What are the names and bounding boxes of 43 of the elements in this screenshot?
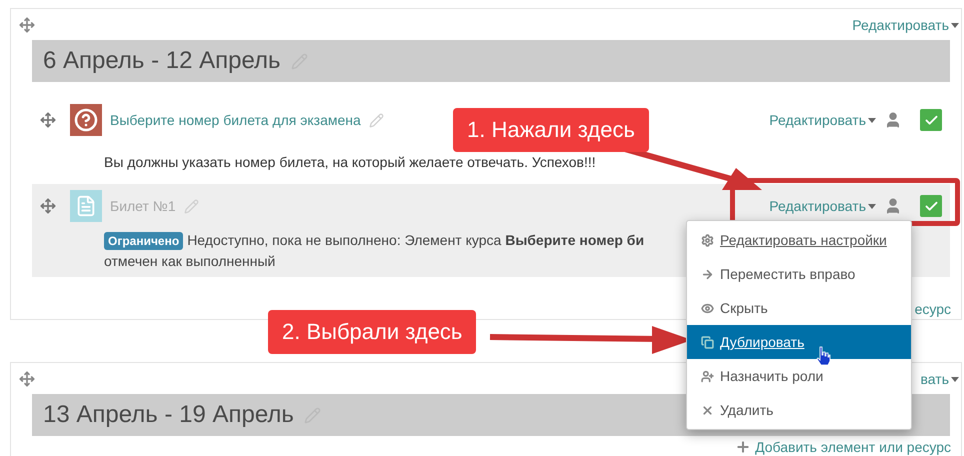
edit-menu-link[interactable]: Редактировать — [852, 17, 959, 33]
menu-item[interactable]: Скрыть — [687, 291, 911, 325]
eye-icon — [701, 302, 714, 314]
arrow-right-icon — [701, 268, 714, 280]
plus-icon — [735, 439, 752, 455]
edit-menu-link[interactable]: Редактировать — [769, 112, 876, 128]
completion-checkbox[interactable] — [920, 195, 942, 217]
activity-link[interactable]: Билет №1 — [110, 198, 176, 214]
hand-cursor-icon — [815, 346, 831, 366]
caret-icon — [868, 204, 876, 208]
edit-menu-link[interactable]: вать — [920, 371, 959, 387]
activity-description: Вы должны указать номер билета, на который желаете отвечать. Успехов!!! — [104, 154, 597, 170]
menu-item[interactable]: Назначить роли — [687, 359, 911, 393]
person-icon[interactable] — [884, 111, 902, 129]
menu-item[interactable]: Удалить — [687, 393, 911, 427]
caret-icon — [868, 118, 876, 122]
gear-icon — [701, 234, 714, 246]
menu-item[interactable]: Редактировать настройки — [687, 223, 911, 257]
completion-checkbox[interactable] — [920, 109, 942, 131]
add-activity-link[interactable]: есурс — [914, 301, 951, 317]
activity-link[interactable]: Выберите номер билета для экзамена — [110, 112, 361, 128]
section-title: 6 Апрель - 12 Апрель — [43, 47, 281, 75]
move-icon[interactable] — [40, 198, 56, 214]
callout-label: 2. Выбрали здесь — [268, 310, 476, 354]
person-icon[interactable] — [884, 197, 902, 215]
edit-menu-link[interactable]: Редактировать — [769, 198, 876, 214]
section-title: 13 Апрель - 19 Апрель — [43, 401, 294, 429]
move-icon[interactable] — [19, 371, 35, 387]
copy-icon — [701, 336, 714, 348]
restriction-text: отмечен как выполненный — [104, 252, 276, 271]
menu-item[interactable]: Переместить вправо — [687, 257, 911, 291]
move-icon[interactable] — [40, 112, 56, 128]
document-icon — [70, 190, 102, 222]
move-icon[interactable] — [19, 17, 35, 33]
add-user-icon — [701, 370, 714, 382]
question-icon — [70, 104, 102, 136]
caret-icon — [951, 22, 959, 28]
menu-item[interactable]: Дублировать — [687, 325, 911, 359]
restriction-text: Ограничено Недоступно, пока не выполнено: Элемент курса Выберите номер би — [104, 230, 644, 251]
close-icon — [701, 404, 714, 416]
caret-icon — [951, 376, 959, 382]
callout-label: 1. Нажали здесь — [453, 108, 649, 152]
add-activity-link[interactable]: Добавить элемент или ресурс — [735, 439, 951, 455]
